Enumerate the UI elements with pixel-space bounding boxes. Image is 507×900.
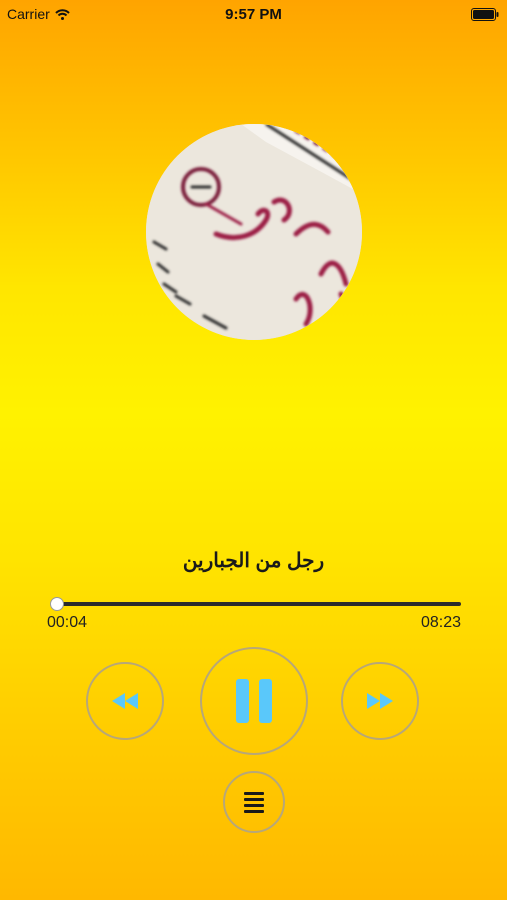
progress-slider[interactable] — [50, 597, 461, 611]
status-bar: Carrier 9:57 PM — [0, 0, 507, 28]
total-duration: 08:23 — [420, 614, 461, 631]
status-clock: 9:57 PM — [225, 6, 282, 23]
progress-knob[interactable] — [50, 597, 65, 611]
album-artwork — [146, 124, 362, 340]
elapsed-time: 00:04 — [47, 614, 88, 631]
fast-forward-button[interactable] — [341, 662, 419, 740]
pause-icon — [236, 679, 272, 723]
list-icon — [244, 792, 264, 813]
fast-forward-icon — [367, 693, 393, 709]
track-title: رجل من الجبارين — [182, 550, 325, 572]
pause-button[interactable] — [200, 647, 308, 755]
artwork-image — [146, 124, 362, 340]
battery-icon — [471, 8, 499, 26]
playlist-button[interactable] — [223, 771, 285, 833]
rewind-icon — [112, 693, 138, 709]
rewind-button[interactable] — [86, 662, 164, 740]
